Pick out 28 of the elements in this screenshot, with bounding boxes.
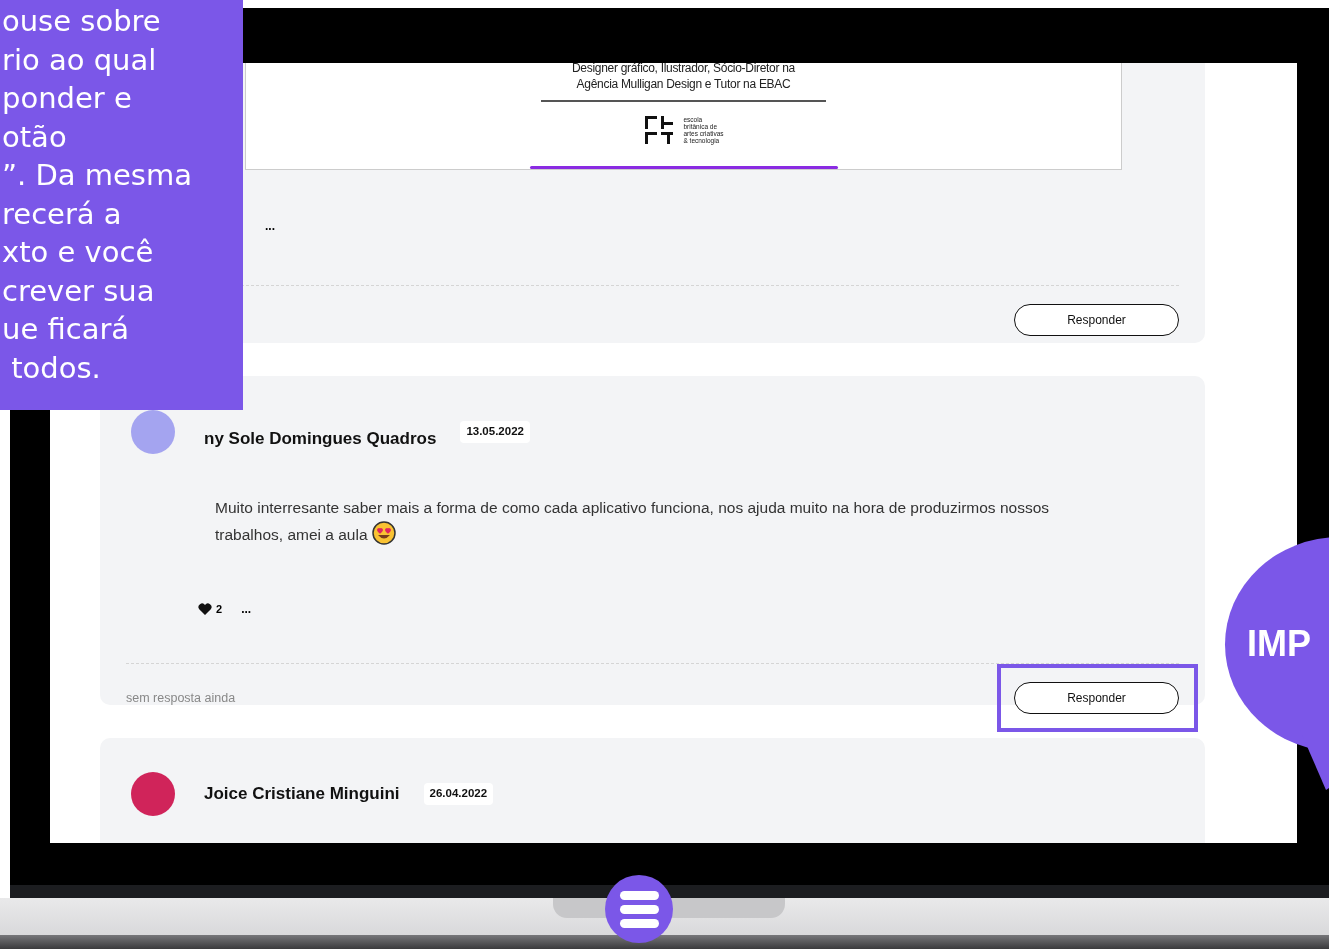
reply-status: sem resposta ainda	[126, 689, 236, 707]
caption-line: Agência Mulligan Design e Tutor na EBAC	[575, 76, 792, 92]
heart-icon[interactable]	[198, 603, 212, 615]
instruction-text: recerá a	[2, 195, 123, 233]
avatar-circle	[131, 410, 175, 454]
more-options-button[interactable]: ...	[265, 217, 275, 235]
author-name: Joice Cristiane Minguini	[204, 783, 400, 806]
comment-text: Muito interresante saber mais a forma de como cada aplicativo funciona, nos ajuda muito na hora de produzirmos nossos trabalhos, amei a aula	[215, 498, 1050, 547]
instruction-text: ouse sobre	[2, 3, 162, 40]
instruction-text: ”. Da mesma	[2, 157, 193, 194]
comment-date: 26.04.2022	[423, 783, 494, 805]
logo-icon	[643, 114, 676, 146]
instruction-text: rio ao qual	[2, 41, 158, 79]
instruction-text: ponder e	[2, 80, 133, 117]
instruction-text: crever sua	[2, 272, 156, 310]
instruction-text: xto e você	[2, 234, 155, 271]
avatar-circle	[131, 772, 175, 816]
more-options-button[interactable]: ...	[241, 600, 252, 618]
instruction-text: ue ficará	[2, 311, 131, 348]
reply-button[interactable]: Responder	[1014, 304, 1179, 336]
like-count: 2	[216, 601, 223, 617]
heart-eyes-emoji-icon	[371, 521, 396, 545]
caption-line: Designer gráfico, Ilustrador, Sócio-Diretor na	[572, 63, 795, 76]
reply-button[interactable]: Responder	[1014, 682, 1179, 714]
instruction-text: otão	[2, 118, 68, 156]
comment-date: 13.05.2022	[460, 421, 530, 443]
instruction-text: todos.	[10, 349, 102, 387]
author-name: ny Sole Domingues Quadros	[204, 428, 437, 451]
